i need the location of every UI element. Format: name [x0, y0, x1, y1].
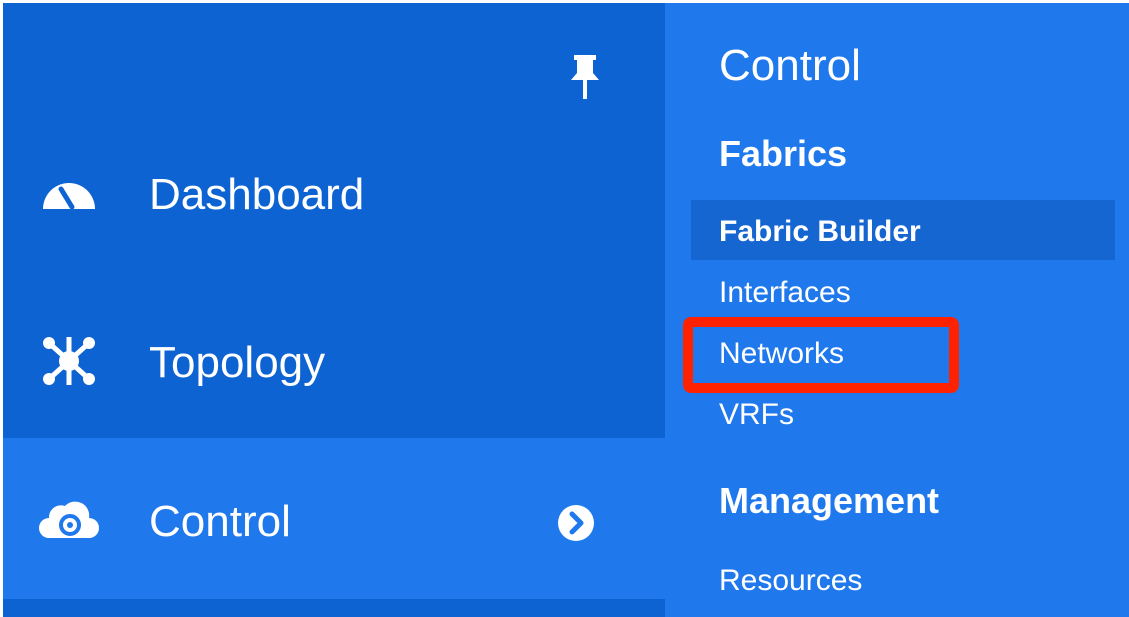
menu-link-label: Networks	[719, 337, 845, 370]
flyout-title: Control	[719, 41, 861, 90]
sidebar-next-item-edge	[3, 599, 665, 617]
sidebar-item-dashboard[interactable]: Dashboard	[3, 147, 665, 243]
sidebar-nav: Dashboard Topology Control	[3, 3, 665, 617]
menu-link-fabric-builder[interactable]: Fabric Builder	[691, 200, 1115, 260]
chevron-right-icon[interactable]	[556, 503, 596, 543]
app-frame: Dashboard Topology Control Control Fabri…	[3, 3, 1129, 617]
menu-link-label: Interfaces	[719, 276, 851, 309]
menu-link-vrfs[interactable]: VRFs	[691, 383, 1115, 443]
topology-network-icon	[39, 331, 99, 391]
menu-link-resources[interactable]: Resources	[691, 549, 1115, 609]
dashboard-gauge-icon	[39, 165, 99, 225]
pin-icon[interactable]	[565, 53, 605, 103]
menu-link-label: Resources	[719, 564, 863, 597]
menu-link-label: VRFs	[719, 398, 794, 431]
menu-link-interfaces[interactable]: Interfaces	[691, 261, 1115, 321]
control-cloud-icon	[39, 490, 99, 550]
sidebar-item-label: Dashboard	[149, 170, 365, 219]
section-heading-fabrics: Fabrics	[719, 133, 848, 174]
section-heading-management: Management	[719, 480, 940, 521]
sidebar-item-control[interactable]: Control	[3, 438, 665, 599]
sidebar-item-topology[interactable]: Topology	[3, 311, 665, 407]
menu-link-label: Fabric Builder	[719, 215, 921, 248]
control-flyout-panel: Control Fabrics Fabric Builder Interface…	[665, 3, 1129, 617]
menu-link-networks[interactable]: Networks	[691, 322, 1115, 382]
sidebar-item-label: Topology	[149, 338, 326, 387]
sidebar-item-label: Control	[149, 497, 291, 546]
